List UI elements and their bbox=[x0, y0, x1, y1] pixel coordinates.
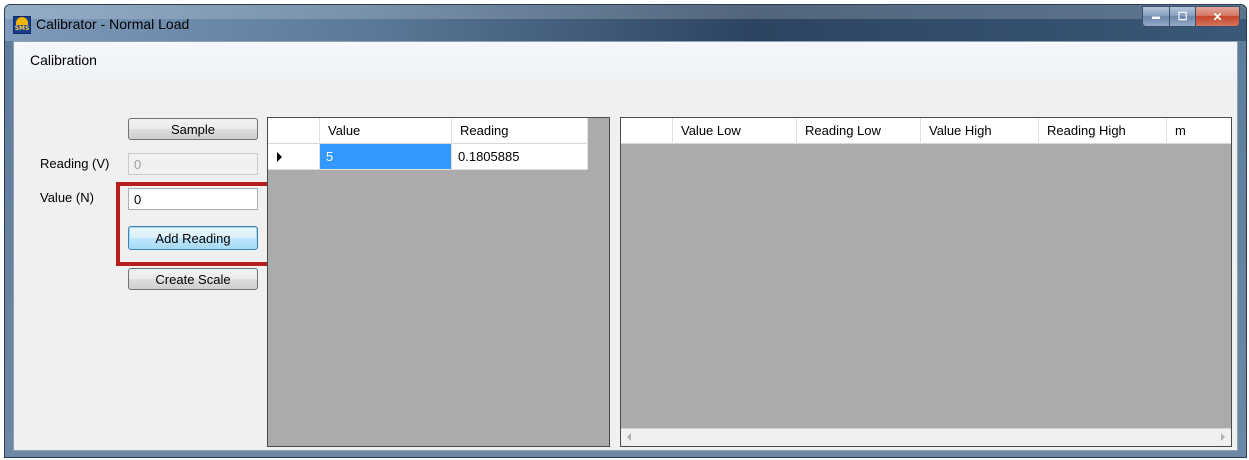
table-row[interactable]: 5 0.1805885 bbox=[268, 144, 588, 170]
cell-reading[interactable]: 0.1805885 bbox=[452, 144, 588, 170]
window-title: Calibrator - Normal Load bbox=[36, 16, 190, 32]
app-icon-text: SMS bbox=[14, 25, 30, 32]
readings-grid-header: Value Reading bbox=[268, 118, 588, 144]
horizontal-scrollbar[interactable] bbox=[621, 428, 1231, 446]
column-header-value-high[interactable]: Value High bbox=[921, 118, 1039, 144]
row-header-corner bbox=[268, 118, 320, 144]
add-reading-button-label: Add Reading bbox=[155, 230, 231, 246]
create-scale-button[interactable]: Create Scale bbox=[128, 268, 258, 290]
row-header[interactable] bbox=[268, 144, 320, 170]
title-bar[interactable]: SMS Calibrator - Normal Load ▬ ☐ ✕ bbox=[5, 5, 1246, 41]
sample-button-label: Sample bbox=[170, 121, 216, 137]
minimize-button[interactable]: ▬ bbox=[1142, 6, 1170, 27]
title-bar-glass bbox=[5, 5, 1246, 19]
maximize-button[interactable]: ☐ bbox=[1170, 6, 1196, 27]
add-reading-button[interactable]: Add Reading bbox=[128, 226, 258, 250]
scroll-left-icon[interactable] bbox=[627, 433, 631, 441]
scroll-right-icon[interactable] bbox=[1221, 433, 1225, 441]
current-row-icon bbox=[277, 152, 282, 162]
create-scale-button-label: Create Scale bbox=[155, 271, 231, 287]
readings-grid[interactable]: Value Reading 5 0.1805885 bbox=[267, 117, 610, 447]
cell-value[interactable]: 5 bbox=[320, 144, 452, 170]
value-label: Value (N) bbox=[40, 190, 94, 205]
menu-bar: Calibration bbox=[14, 42, 1237, 82]
sample-button[interactable]: Sample bbox=[128, 118, 258, 140]
caption-buttons: ▬ ☐ ✕ bbox=[1142, 6, 1240, 27]
maximize-icon: ☐ bbox=[1177, 11, 1188, 23]
column-header-reading[interactable]: Reading bbox=[452, 118, 588, 144]
reading-label: Reading (V) bbox=[40, 156, 110, 171]
close-icon: ✕ bbox=[1212, 9, 1223, 24]
calibrator-window: SMS Calibrator - Normal Load ▬ ☐ ✕ Calib… bbox=[4, 4, 1247, 458]
client-area: Calibration Sample Reading (V) 0 Value (… bbox=[13, 41, 1238, 451]
menu-calibration[interactable]: Calibration bbox=[30, 52, 97, 68]
column-header-reading-high[interactable]: Reading High bbox=[1039, 118, 1167, 144]
scale-grid[interactable]: Value Low Reading Low Value High Reading… bbox=[620, 117, 1232, 447]
minimize-icon: ▬ bbox=[1152, 12, 1160, 21]
column-header-value-low[interactable]: Value Low bbox=[673, 118, 797, 144]
close-button[interactable]: ✕ bbox=[1196, 6, 1240, 27]
column-header-reading-low[interactable]: Reading Low bbox=[797, 118, 921, 144]
value-input[interactable]: 0 bbox=[128, 188, 258, 210]
app-icon-sun bbox=[16, 17, 28, 25]
scale-row-header-corner bbox=[621, 118, 673, 144]
reading-field: 0 bbox=[128, 153, 258, 175]
column-header-value[interactable]: Value bbox=[320, 118, 452, 144]
column-header-m[interactable]: m bbox=[1167, 118, 1231, 144]
scale-grid-header: Value Low Reading Low Value High Reading… bbox=[621, 118, 1231, 144]
app-icon[interactable]: SMS bbox=[13, 16, 31, 34]
